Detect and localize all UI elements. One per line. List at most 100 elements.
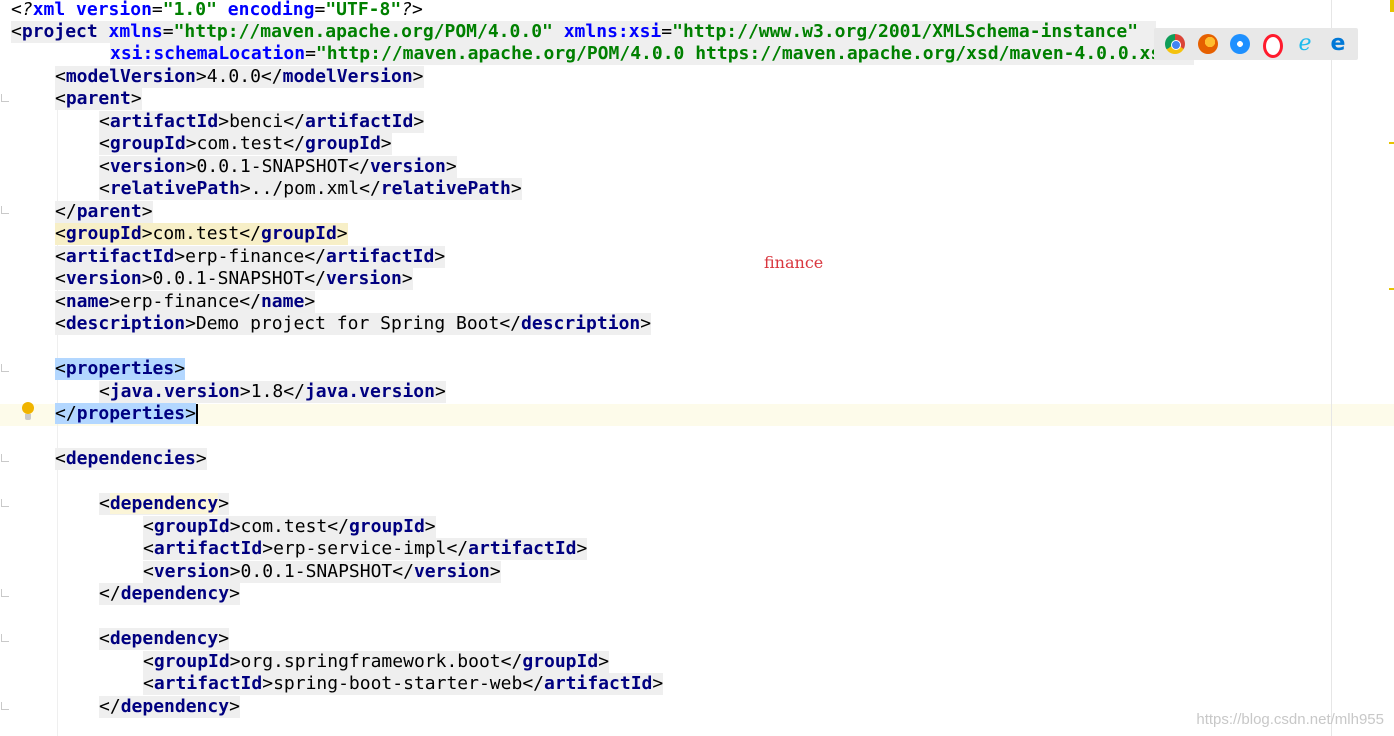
code-line-parent-artifact[interactable]: <artifactId>benci</artifactId> xyxy=(99,111,425,133)
tag-name: groupId xyxy=(260,223,337,244)
attr-value: "1.0" xyxy=(162,0,217,20)
tag-name: modelVersion xyxy=(282,66,413,87)
code-line-dep-version[interactable]: <version>0.0.1-SNAPSHOT</version> xyxy=(143,561,501,583)
xml-decl-name: xml xyxy=(32,0,66,20)
tag-name: groupId xyxy=(65,223,142,244)
watermark: https://blog.csdn.net/mlh955 xyxy=(1196,711,1384,728)
attr-name: xmlns xyxy=(108,21,163,42)
code-line-xml-declaration[interactable]: <?xml version="1.0" encoding="UTF-8"?> xyxy=(11,0,423,21)
code-line-description[interactable]: <description>Demo project for Spring Boo… xyxy=(55,313,652,335)
code-line-dependencies-open[interactable]: <dependencies> xyxy=(55,448,207,470)
tag-name: groupId xyxy=(522,651,599,672)
text-value: erp-finance xyxy=(185,246,305,267)
attr-name: encoding xyxy=(227,0,315,20)
text-value: Demo project for Spring Boot xyxy=(195,313,500,334)
code-line-dependency-open[interactable]: <dependency> xyxy=(99,628,230,650)
error-stripe-marker[interactable] xyxy=(1389,288,1394,290)
tag-name: version xyxy=(65,268,142,289)
tag-name: dependency xyxy=(109,628,219,649)
code-line-properties-close[interactable]: </properties> xyxy=(55,403,198,425)
text-value: 0.0.1-SNAPSHOT xyxy=(196,156,349,177)
tag-name: java.version xyxy=(109,381,240,402)
text-caret xyxy=(195,404,198,424)
fold-marker[interactable] xyxy=(1,94,9,102)
code-line-artifact-id[interactable]: <artifactId>erp-finance</artifactId> xyxy=(55,246,446,268)
fold-marker[interactable] xyxy=(1,702,9,710)
tag-name: version xyxy=(153,561,230,582)
tag-name: dependency xyxy=(109,493,219,514)
code-line-dep-group[interactable]: <groupId>org.springframework.boot</group… xyxy=(143,651,610,673)
edge-icon[interactable]: e xyxy=(1328,33,1348,55)
safari-icon[interactable] xyxy=(1230,34,1250,54)
xml-decl-close: ?> xyxy=(401,0,423,20)
ie-icon[interactable]: e xyxy=(1295,33,1315,55)
fold-marker[interactable] xyxy=(1,634,9,642)
text-value: erp-service-impl xyxy=(273,538,447,559)
fold-marker[interactable] xyxy=(1,589,9,597)
code-line-dep-group[interactable]: <groupId>com.test</groupId> xyxy=(143,516,436,538)
code-line-dependency-open[interactable]: <dependency> xyxy=(99,493,230,515)
text-value: erp-finance xyxy=(120,291,240,312)
code-line-name[interactable]: <name>erp-finance</name> xyxy=(55,291,316,313)
text-value: benci xyxy=(229,111,284,132)
tag-name: groupId xyxy=(153,651,230,672)
fold-marker[interactable] xyxy=(1,206,9,214)
tag-name: version xyxy=(325,268,402,289)
attr-name: xmlns:xsi xyxy=(563,21,662,42)
code-editor[interactable]: <?xml version="1.0" encoding="UTF-8"?> <… xyxy=(0,0,1394,736)
tag-name: artifactId xyxy=(468,538,577,559)
code-line-model-version[interactable]: <modelVersion>4.0.0</modelVersion> xyxy=(55,66,424,88)
tag-name: parent xyxy=(65,88,131,109)
code-line-properties-open[interactable]: <properties> xyxy=(55,358,186,380)
code-line-parent-version[interactable]: <version>0.0.1-SNAPSHOT</version> xyxy=(99,156,457,178)
tag-name: modelVersion xyxy=(65,66,196,87)
tag-name: groupId xyxy=(153,516,230,537)
text-value: com.test xyxy=(152,223,240,244)
error-stripe-marker[interactable] xyxy=(1389,142,1394,144)
tag-name: artifactId xyxy=(153,538,263,559)
code-line-schema-location[interactable]: xsi:schemaLocation="http://maven.apache.… xyxy=(110,43,1194,65)
fold-marker[interactable] xyxy=(1,454,9,462)
tag-name: name xyxy=(65,291,110,312)
tag-name: dependencies xyxy=(65,448,196,469)
code-line-parent-open[interactable]: <parent> xyxy=(55,88,142,110)
code-line-parent-relpath[interactable]: <relativePath>../pom.xml</relativePath> xyxy=(99,178,522,200)
code-line-parent-close[interactable]: </parent> xyxy=(55,201,153,223)
code-line-dependency-close[interactable]: </dependency> xyxy=(99,583,240,605)
text-value: 0.0.1-SNAPSHOT xyxy=(240,561,393,582)
code-line-project-open[interactable]: <project xmlns="http://maven.apache.org/… xyxy=(11,21,1156,43)
error-stripe-marker[interactable] xyxy=(1390,0,1394,12)
tag-name: artifactId xyxy=(544,673,653,694)
tag-name: artifactId xyxy=(325,246,435,267)
tag-name: relativePath xyxy=(380,178,511,199)
code-line-dependency-close[interactable]: </dependency> xyxy=(99,696,240,718)
fold-marker[interactable] xyxy=(1,364,9,372)
attr-value: "http://maven.apache.org/POM/4.0.0 https… xyxy=(315,43,1183,64)
attr-value: "http://www.w3.org/2001/XMLSchema-instan… xyxy=(672,21,1139,42)
tag-name: artifactId xyxy=(153,673,263,694)
text-value: 1.8 xyxy=(250,381,284,402)
lightbulb-icon[interactable] xyxy=(21,402,35,422)
code-line-parent-group[interactable]: <groupId>com.test</groupId> xyxy=(99,133,392,155)
opera-icon[interactable] xyxy=(1263,34,1283,58)
tag-name: artifactId xyxy=(109,111,219,132)
tag-name: version xyxy=(109,156,186,177)
tag-name: artifactId xyxy=(65,246,175,267)
firefox-icon[interactable] xyxy=(1198,34,1218,54)
code-line-version[interactable]: <version>0.0.1-SNAPSHOT</version> xyxy=(55,268,413,290)
current-line-highlight xyxy=(0,404,1394,426)
code-line-dep-artifact[interactable]: <artifactId>erp-service-impl</artifactId… xyxy=(143,538,588,560)
text-value: org.springframework.boot xyxy=(240,651,501,672)
xml-decl-open: <? xyxy=(11,0,33,20)
chrome-icon[interactable] xyxy=(1165,34,1185,54)
code-line-dep-artifact[interactable]: <artifactId>spring-boot-starter-web</art… xyxy=(143,673,664,695)
fold-marker[interactable] xyxy=(1,499,9,507)
text-value: 0.0.1-SNAPSHOT xyxy=(152,268,305,289)
code-line-java-version[interactable]: <java.version>1.8</java.version> xyxy=(99,381,446,403)
tag-name: version xyxy=(369,156,446,177)
code-line-group-id[interactable]: <groupId>com.test</groupId> xyxy=(55,223,348,245)
tag-name: dependency xyxy=(120,696,230,717)
tag-name: project xyxy=(21,21,98,42)
attr-name: version xyxy=(76,0,152,20)
tag-name: relativePath xyxy=(109,178,240,199)
